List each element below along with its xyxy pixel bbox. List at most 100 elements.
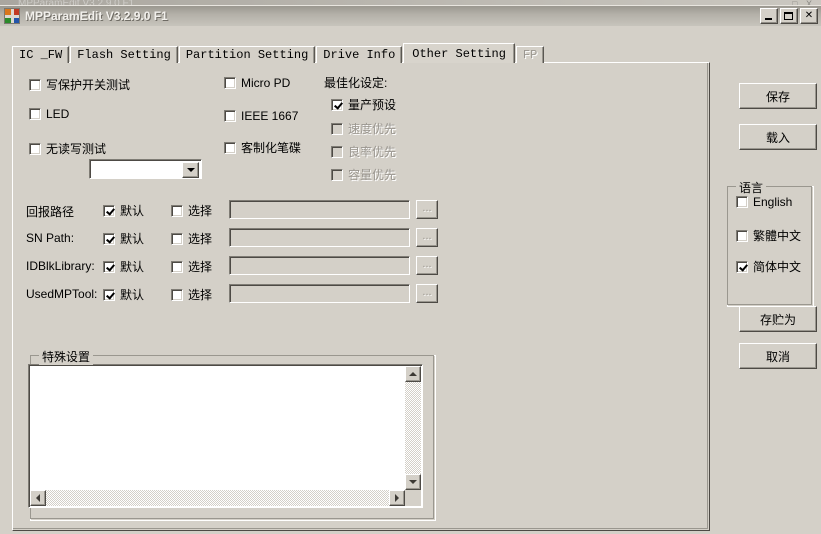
- tab-label: Other Setting: [412, 46, 506, 61]
- checkbox-idblklibrary-select[interactable]: 选择: [171, 258, 212, 275]
- checkbox-speed-priority: 速度优先: [331, 120, 396, 137]
- checkbox-sn-path-select[interactable]: 选择: [171, 230, 212, 247]
- checkbox-label: 选择: [188, 232, 213, 246]
- checkbox-box: [736, 229, 748, 242]
- checkbox-report-path-default[interactable]: 默认: [103, 202, 144, 219]
- checkbox-write-protect-switch-test[interactable]: 写保护开关测试: [29, 76, 130, 93]
- checkbox-label: LED: [46, 107, 70, 121]
- checkbox-label: Micro PD: [241, 76, 291, 90]
- check-icon: [105, 262, 115, 272]
- browse-sn-path-button: ...: [416, 228, 438, 247]
- input-report-path[interactable]: [229, 200, 410, 219]
- input-sn-path[interactable]: [229, 228, 410, 247]
- checkbox-box: [103, 204, 115, 217]
- chevron-down-icon[interactable]: [182, 162, 199, 178]
- check-icon: [738, 262, 748, 272]
- tab-bar: IC _FW Flash Setting Partition Setting D…: [12, 43, 545, 63]
- save-as-label: 存贮为: [759, 312, 796, 327]
- save-button[interactable]: 保存: [739, 83, 817, 109]
- save-as-button[interactable]: 存贮为: [739, 306, 817, 332]
- minimize-button[interactable]: [760, 8, 778, 24]
- triangle-right-icon: [395, 494, 399, 502]
- browse-label: ...: [422, 257, 432, 270]
- checkbox-label: 良率优先: [348, 145, 397, 159]
- checkbox-box: [331, 145, 343, 158]
- label-usedmptool: UsedMPTool:: [26, 287, 98, 301]
- checkbox-customized-flash-drive[interactable]: 客制化笔碟: [224, 139, 301, 156]
- tab-other-setting[interactable]: Other Setting: [403, 43, 515, 63]
- checkbox-box: [29, 108, 41, 120]
- vertical-scrollbar[interactable]: [405, 366, 421, 490]
- tab-label: FP: [522, 48, 538, 62]
- checkbox-box: [331, 98, 343, 111]
- checkbox-box: [331, 168, 343, 181]
- tab-flash-setting[interactable]: Flash Setting: [70, 46, 178, 63]
- checkbox-label: 客制化笔碟: [241, 141, 302, 155]
- checkbox-language-simplified-chinese[interactable]: 简体中文: [736, 258, 801, 275]
- maximize-button[interactable]: [780, 8, 798, 24]
- check-icon: [105, 290, 115, 300]
- checkbox-box: [171, 288, 183, 301]
- led-combobox[interactable]: [89, 159, 202, 179]
- scroll-up-button[interactable]: [405, 366, 421, 382]
- checkbox-box: [29, 142, 41, 155]
- checkbox-led[interactable]: LED: [29, 107, 69, 121]
- checkbox-label: 量产预设: [348, 98, 397, 112]
- scroll-left-button[interactable]: [30, 490, 46, 506]
- tab-label: Flash Setting: [77, 48, 171, 62]
- checkbox-ieee-1667[interactable]: IEEE 1667: [224, 109, 298, 123]
- checkbox-box: [736, 260, 748, 273]
- checkbox-label: 容量优先: [348, 168, 397, 182]
- checkbox-micro-pd[interactable]: Micro PD: [224, 76, 290, 90]
- special-settings-textarea[interactable]: [28, 364, 423, 508]
- checkbox-usedmptool-select[interactable]: 选择: [171, 286, 212, 303]
- checkbox-mass-production-preset[interactable]: 量产预设: [331, 96, 396, 113]
- checkbox-box: [224, 141, 236, 154]
- checkbox-label: 简体中文: [753, 260, 802, 274]
- checkbox-label: 默认: [120, 204, 145, 218]
- window-controls: ✕: [760, 8, 818, 24]
- scroll-down-button[interactable]: [405, 474, 421, 490]
- tab-ic-fw[interactable]: IC _FW: [12, 46, 70, 63]
- tab-fp: FP: [515, 46, 545, 63]
- save-label: 保存: [765, 89, 790, 104]
- input-usedmptool[interactable]: [229, 284, 410, 303]
- checkbox-label: 写保护开关测试: [46, 78, 131, 92]
- checkbox-usedmptool-default[interactable]: 默认: [103, 286, 144, 303]
- scroll-right-button[interactable]: [389, 490, 405, 506]
- check-icon: [105, 206, 115, 216]
- load-label: 载入: [765, 130, 790, 145]
- checkbox-capacity-priority: 容量优先: [331, 166, 396, 183]
- tab-partition-setting[interactable]: Partition Setting: [178, 46, 316, 63]
- cancel-button[interactable]: 取消: [739, 343, 817, 369]
- language-group-title: 语言: [736, 179, 767, 196]
- checkbox-label: 选择: [188, 288, 213, 302]
- horizontal-scrollbar[interactable]: [30, 490, 405, 506]
- optimize-title: 最佳化设定:: [324, 76, 388, 90]
- checkbox-label: 速度优先: [348, 122, 397, 136]
- close-button[interactable]: ✕: [800, 8, 818, 24]
- application-icon: [4, 8, 20, 24]
- checkbox-box: [103, 288, 115, 301]
- checkbox-box: [103, 260, 115, 273]
- checkbox-language-english[interactable]: English: [736, 195, 792, 209]
- checkbox-no-read-write-test[interactable]: 无读写测试: [29, 140, 106, 157]
- cancel-label: 取消: [765, 349, 790, 364]
- checkbox-yield-priority: 良率优先: [331, 143, 396, 160]
- checkbox-report-path-select[interactable]: 选择: [171, 202, 212, 219]
- checkbox-box: [29, 78, 41, 91]
- triangle-down-icon: [409, 480, 417, 484]
- checkbox-box: [103, 232, 115, 245]
- input-idblklibrary[interactable]: [229, 256, 410, 275]
- checkbox-box: [224, 110, 236, 122]
- checkbox-label: IEEE 1667: [241, 109, 299, 123]
- checkbox-language-traditional-chinese[interactable]: 繁體中文: [736, 227, 801, 244]
- checkbox-label: 默认: [120, 288, 145, 302]
- label-sn-path: SN Path:: [26, 231, 75, 245]
- load-button[interactable]: 载入: [739, 124, 817, 150]
- close-icon: ✕: [804, 10, 814, 21]
- tab-drive-info[interactable]: Drive Info: [316, 46, 403, 63]
- checkbox-idblklibrary-default[interactable]: 默认: [103, 258, 144, 275]
- checkbox-sn-path-default[interactable]: 默认: [103, 230, 144, 247]
- browse-usedmptool-button: ...: [416, 284, 438, 303]
